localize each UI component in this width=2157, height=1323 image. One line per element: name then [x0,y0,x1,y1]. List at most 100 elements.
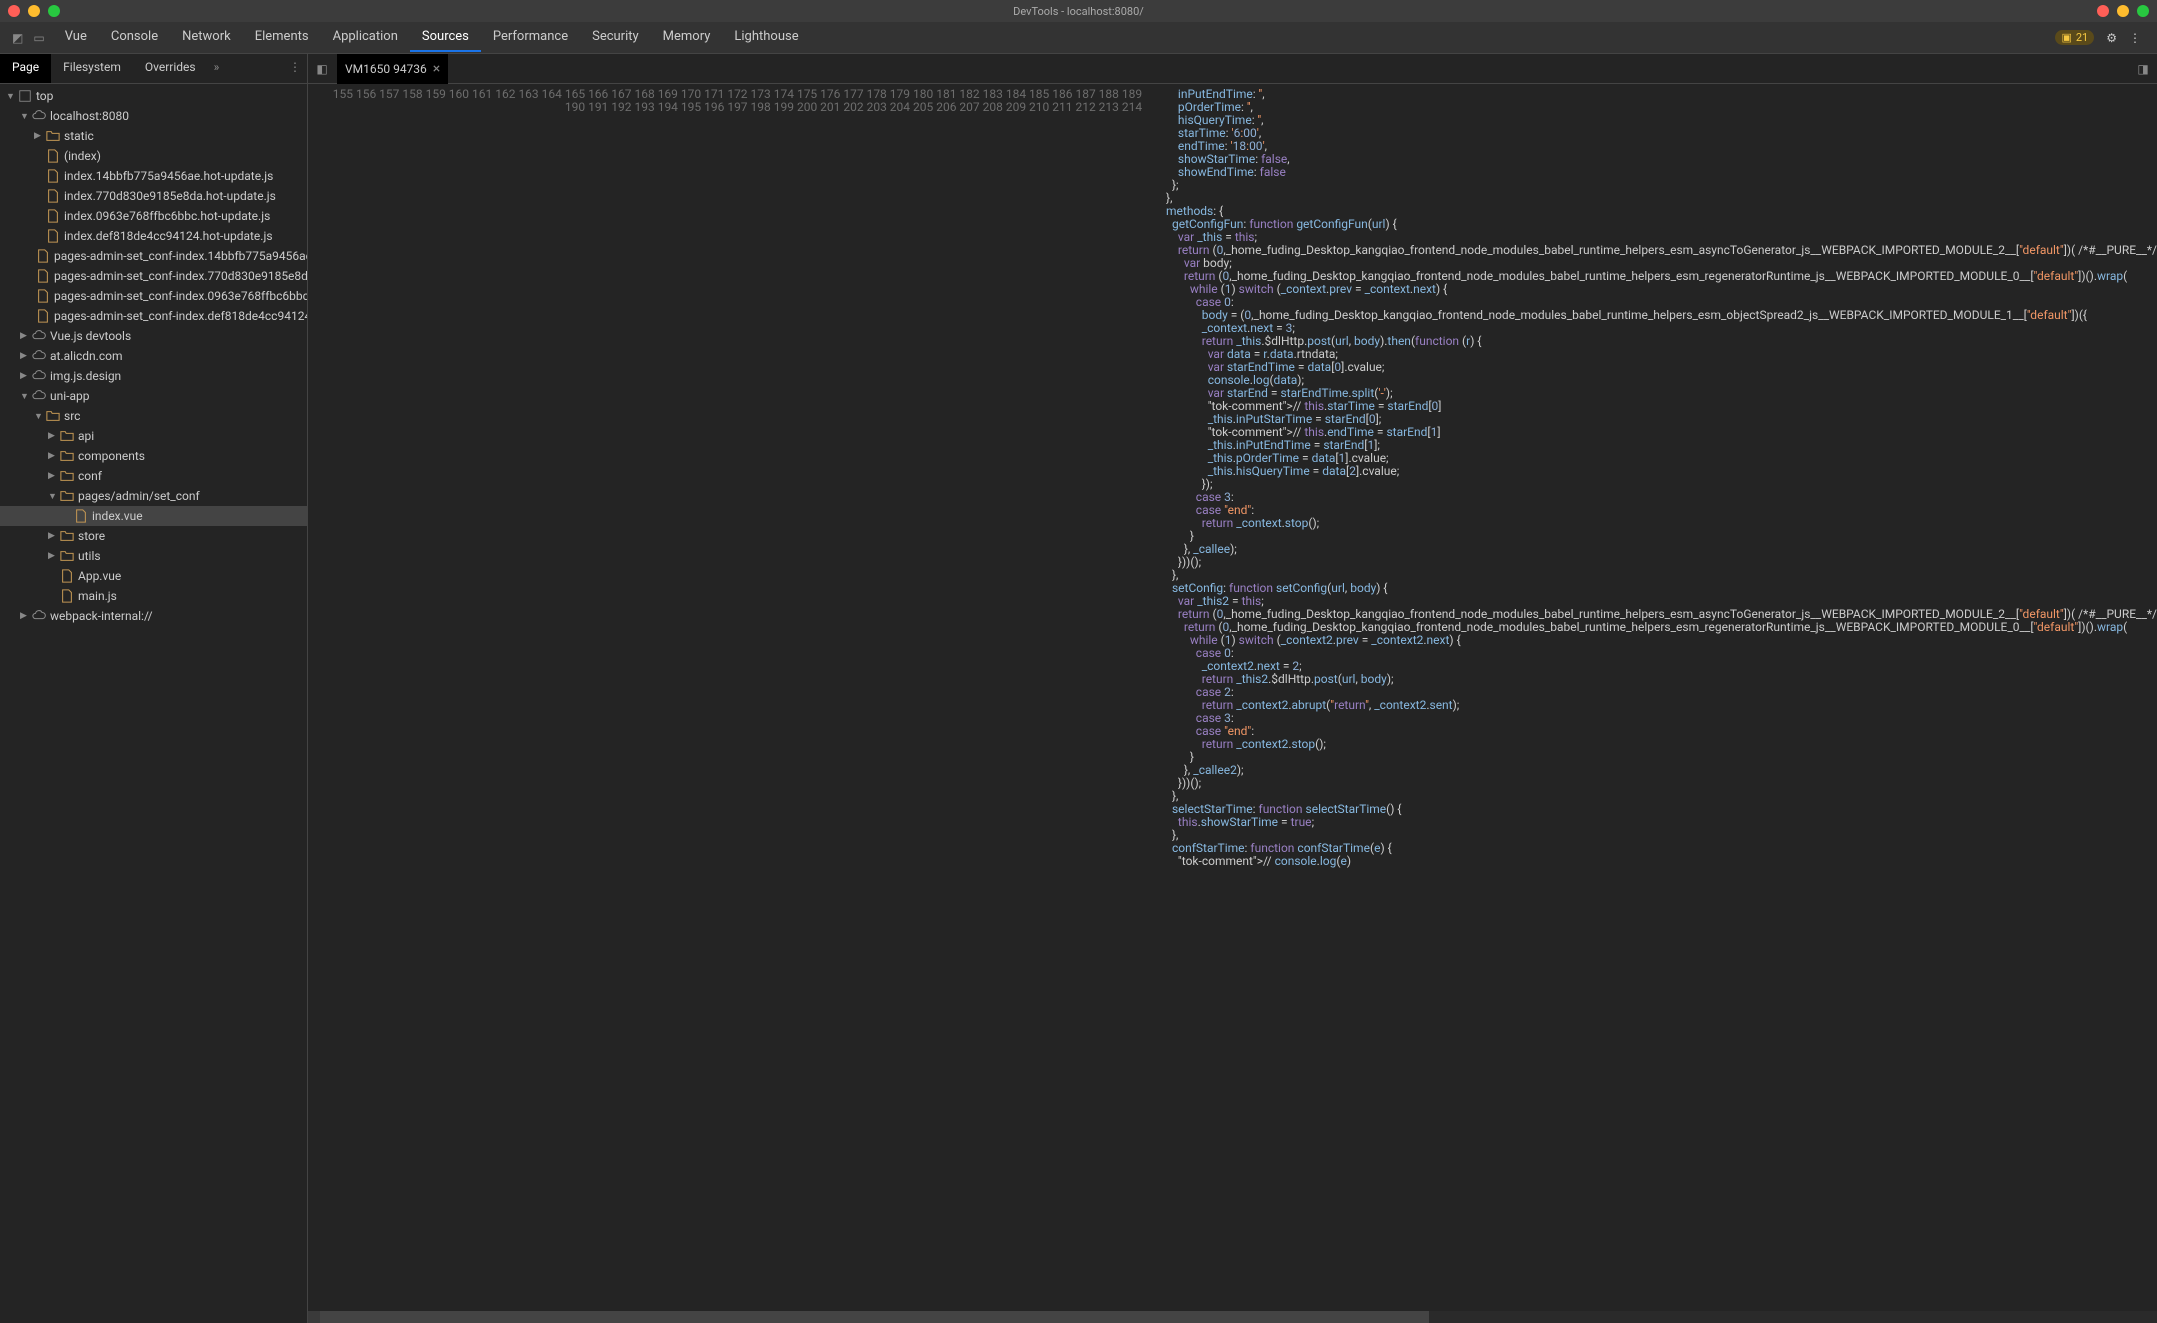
tab-application[interactable]: Application [321,23,410,52]
expand-arrow-icon[interactable]: ▶ [20,331,30,341]
tree-item[interactable]: index.14bbfb775a9456ae.hot-update.js [0,166,307,186]
sidebar: PageFilesystemOverrides » ⋮ ▼top▼localho… [0,54,308,1323]
traffic-lights-right [2097,5,2149,17]
tree-item[interactable]: pages-admin-set_conf-index.770d830e9185e… [0,266,307,286]
maximize-window-icon[interactable] [2137,5,2149,17]
expand-arrow-icon[interactable]: ▶ [20,611,30,621]
expand-arrow-icon[interactable]: ▶ [48,551,58,561]
tree-item-label: (index) [64,149,101,163]
minimize-window-icon[interactable] [28,5,40,17]
file-icon [46,209,60,223]
tree-item[interactable]: pages-admin-set_conf-index.0963e768ffbc6… [0,286,307,306]
tree-item[interactable]: ▶utils [0,546,307,566]
settings-icon[interactable]: ⚙ [2106,31,2117,45]
file-tab[interactable]: VM1650 94736 × [337,54,448,84]
expand-arrow-icon[interactable]: ▶ [48,471,58,481]
file-icon [46,229,60,243]
tree-item[interactable]: ▼top [0,86,307,106]
errors-badge[interactable]: ▣ 21 [2055,30,2094,45]
tree-item[interactable]: pages-admin-set_conf-index.def818de4cc94… [0,306,307,326]
expand-arrow-icon[interactable]: ▶ [20,371,30,381]
tree-item[interactable]: main.js [0,586,307,606]
maximize-window-icon[interactable] [48,5,60,17]
tree-item[interactable]: ▶ conf [0,466,307,486]
code-content[interactable]: inPutEndTime: '', pOrderTime: '', hisQue… [1150,84,2157,1311]
tree-item[interactable]: ▶at.alicdn.com [0,346,307,366]
inspect-icon[interactable]: ◩ [12,31,23,45]
expand-arrow-icon[interactable]: ▶ [34,131,44,141]
tree-item[interactable]: ▶img.js.design [0,366,307,386]
window-title: DevTools - localhost:8080/ [1013,5,1144,18]
tab-elements[interactable]: Elements [243,23,321,52]
close-window-icon[interactable] [2097,5,2109,17]
close-tab-icon[interactable]: × [433,61,440,77]
tree-item[interactable]: index.770d830e9185e8da.hot-update.js [0,186,307,206]
tab-lighthouse[interactable]: Lighthouse [722,23,810,52]
file-icon [36,269,50,283]
tree-item[interactable]: ▶store [0,526,307,546]
folder-icon [60,429,74,443]
tree-item[interactable]: (index) [0,146,307,166]
tree-item[interactable]: ▼localhost:8080 [0,106,307,126]
tab-console[interactable]: Console [99,23,170,52]
file-icon [60,589,74,603]
tree-item[interactable]: pages-admin-set_conf-index.14bbfb775a945… [0,246,307,266]
folder-icon [60,549,74,563]
expand-arrow-icon[interactable]: ▶ [20,351,30,361]
file-icon [46,189,60,203]
tree-item[interactable]: index.def818de4cc94124.hot-update.js [0,226,307,246]
cloud-icon [32,329,46,343]
tab-performance[interactable]: Performance [481,23,580,52]
file-icon [36,309,50,323]
more-icon[interactable]: ⋮ [2129,31,2141,45]
tree-item[interactable]: ▶api [0,426,307,446]
sidebar-tab-page[interactable]: Page [0,54,51,83]
expand-arrow-icon[interactable]: ▼ [48,491,58,502]
tree-item-label: Vue.js devtools [50,329,131,343]
folder-icon [46,129,60,143]
expand-arrow-icon[interactable]: ▶ [48,531,58,541]
tree-item[interactable]: ▶components [0,446,307,466]
toggle-navigator-icon[interactable]: ◧ [308,62,336,76]
sidebar-more-icon[interactable]: ⋮ [283,54,307,83]
tree-item-label: index.vue [92,509,143,523]
device-toolbar-icon[interactable]: ▭ [33,31,44,45]
tree-item-label: pages-admin-set_conf-index.14bbfb775a945… [54,249,307,263]
file-tab-label: VM1650 94736 [345,62,427,76]
scrollbar-thumb[interactable] [320,1311,1429,1323]
tab-network[interactable]: Network [170,23,243,52]
expand-arrow-icon[interactable]: ▼ [34,411,44,422]
expand-arrow-icon[interactable]: ▶ [48,431,58,441]
tree-item[interactable]: App.vue [0,566,307,586]
sidebar-tab-overrides[interactable]: Overrides [133,54,208,83]
expand-arrow-icon[interactable]: ▼ [6,91,16,102]
minimize-window-icon[interactable] [2117,5,2129,17]
code-area[interactable]: 155 156 157 158 159 160 161 162 163 164 … [308,84,2157,1311]
tab-sources[interactable]: Sources [410,23,481,52]
tree-item[interactable]: ▶ Vue.js devtools [0,326,307,346]
tab-memory[interactable]: Memory [651,23,723,52]
tree-item-label: index.770d830e9185e8da.hot-update.js [64,189,276,203]
tree-item[interactable]: ▶webpack-internal:// [0,606,307,626]
tree-item[interactable]: ▼uni-app [0,386,307,406]
expand-arrow-icon[interactable]: ▶ [48,451,58,461]
tree-item[interactable]: ▶static [0,126,307,146]
tree-item-label: conf [78,469,102,483]
tree-item-label: App.vue [78,569,121,583]
tree-item[interactable]: ▼pages/admin/set_conf [0,486,307,506]
toggle-debugger-icon[interactable]: ◨ [2129,62,2157,76]
tree-item[interactable]: index.0963e768ffbc6bbc.hot-update.js [0,206,307,226]
expand-arrow-icon[interactable]: ▼ [20,111,30,122]
file-icon [46,149,60,163]
tab-security[interactable]: Security [580,23,651,52]
expand-arrow-icon[interactable]: ▼ [20,391,30,402]
tab-vue[interactable]: Vue [53,23,99,52]
close-window-icon[interactable] [8,5,20,17]
scroll-left-icon[interactable] [308,1311,320,1323]
more-tabs-icon[interactable]: » [208,54,226,83]
sidebar-tab-filesystem[interactable]: Filesystem [51,54,133,83]
horizontal-scrollbar[interactable] [308,1311,2157,1323]
tree-item[interactable]: index.vue [0,506,307,526]
errors-count: 21 [2076,31,2088,44]
tree-item[interactable]: ▼src [0,406,307,426]
